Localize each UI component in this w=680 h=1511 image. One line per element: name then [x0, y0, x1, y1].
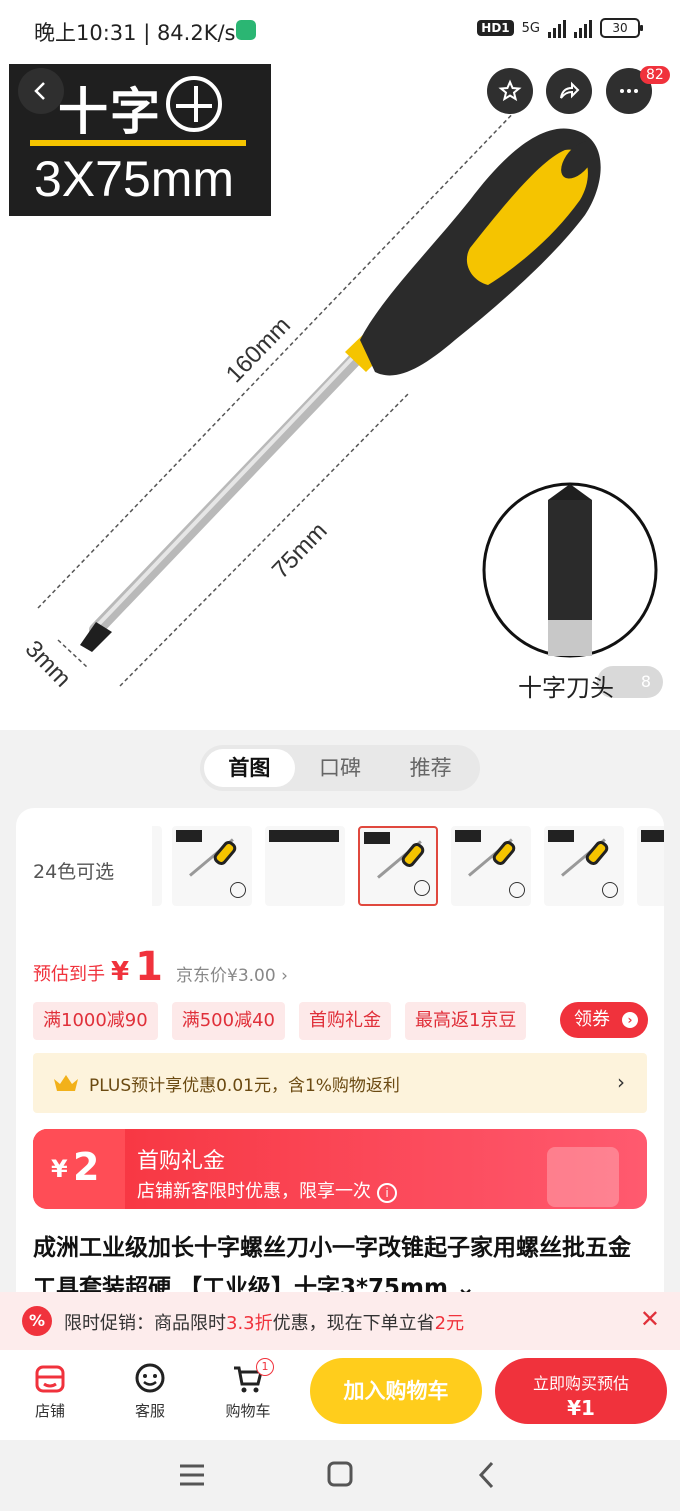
currency-symbol: ¥ [111, 957, 130, 987]
more-dots-icon [620, 89, 638, 93]
variant-thumb[interactable] [544, 826, 624, 906]
chat-smile-icon [135, 1363, 165, 1393]
variant-thumbnails[interactable] [152, 826, 664, 910]
cart-button[interactable]: 1 购物车 [218, 1358, 278, 1421]
customer-service-button[interactable]: 客服 [120, 1362, 180, 1421]
tab-recommend[interactable]: 推荐 [385, 749, 476, 787]
crown-icon [54, 1075, 78, 1091]
battery-icon: 30 [600, 18, 643, 38]
plus-benefit-text: PLUS预计享优惠0.01元，含1%购物返利 [89, 1076, 400, 1096]
favorite-button[interactable] [487, 68, 533, 114]
buy-now-price: ¥1 [567, 1396, 595, 1420]
info-icon[interactable]: i [377, 1183, 397, 1203]
estimated-price-label: 预估到手 [33, 964, 105, 985]
system-nav-bar [0, 1440, 680, 1511]
tab-reviews[interactable]: 口碑 [295, 749, 386, 787]
gift-amount-box: ¥ 2 [33, 1129, 125, 1209]
chevron-right-icon: › [617, 1070, 625, 1094]
share-button[interactable] [546, 68, 592, 114]
variant-count[interactable]: 24色可选 [33, 857, 114, 884]
plus-benefit-row[interactable]: PLUS预计享优惠0.01元，含1%购物返利 › [33, 1053, 647, 1113]
phillips-icon [166, 76, 222, 132]
service-label: 客服 [134, 1402, 165, 1420]
hd-icon: HD1 [477, 20, 514, 36]
promo-message: 限时促销：商品限时3.3折优惠，现在下单立省2元 [64, 1313, 465, 1334]
home-square-icon[interactable] [320, 1458, 360, 1492]
buy-now-label: 立即购买预估 [532, 1374, 629, 1393]
coupon-tag[interactable]: 首购礼金 [298, 1002, 391, 1040]
variant-thumb[interactable] [451, 826, 531, 906]
gift-box-icon [547, 1147, 619, 1207]
spec-type-label: 十字 [58, 83, 162, 141]
tab-main-image[interactable]: 首图 [204, 749, 295, 787]
gift-subtitle: 店铺新客限时优惠，限享一次 [137, 1181, 371, 1202]
variant-thumb[interactable] [152, 826, 162, 906]
variant-thumb[interactable] [172, 826, 252, 906]
back-arrow-icon[interactable] [468, 1458, 508, 1492]
shop-label: 店铺 [34, 1402, 65, 1420]
first-purchase-gift-banner[interactable]: ¥ 2 首购礼金 店铺新客限时优惠，限享一次 i [33, 1129, 647, 1209]
dim-tip-label: 3mm [20, 635, 76, 692]
menu-icon[interactable] [172, 1458, 212, 1492]
estimated-price: 预估到手 ¥ 1 [33, 944, 163, 990]
network-type: 5G [521, 20, 540, 36]
coupon-tag[interactable]: 最高返1京豆 [404, 1002, 527, 1040]
signal-icon [548, 18, 566, 38]
spec-size-label: 3X75mm [34, 151, 235, 207]
add-to-cart-button[interactable]: 加入购物车 [310, 1358, 482, 1424]
variant-thumb[interactable] [637, 826, 664, 906]
notification-badge: 82 [640, 66, 670, 84]
buy-now-button[interactable]: 立即购买预估 ¥1 [495, 1358, 667, 1424]
close-icon[interactable]: ✕ [640, 1305, 660, 1333]
signal-icon-2 [574, 18, 592, 38]
back-button[interactable] [18, 68, 64, 114]
gift-currency: ¥ [51, 1155, 68, 1183]
get-coupon-label: 领券 [574, 1009, 610, 1030]
coupon-tag[interactable]: 满1000减90 [33, 1002, 158, 1040]
chevron-right-icon: › [622, 1012, 638, 1028]
bottom-action-bar: 店铺 客服 1 购物车 加入购物车 立即购买预估 ¥1 [0, 1350, 680, 1440]
variant-thumb-selected[interactable] [358, 826, 438, 906]
shop-button[interactable]: 店铺 [20, 1362, 80, 1421]
shop-icon [35, 1365, 65, 1393]
gift-title: 首购礼金 [137, 1149, 226, 1174]
dim-shaft-label: 75mm [267, 517, 333, 584]
status-bar: 晚上10:31 | 84.2K/s HD1 5G 30 [0, 0, 680, 62]
coupon-list: 满1000减90 满500减40 首购礼金 最高返1京豆 [33, 1002, 527, 1040]
estimated-price-value: 1 [135, 944, 163, 990]
limited-promo-bar: % 限时促销：商品限时3.3折优惠，现在下单立省2元 ✕ [0, 1292, 680, 1350]
variant-thumb[interactable] [265, 826, 345, 906]
status-time: 晚上10:31 | 84.2K/s [34, 21, 236, 45]
chevron-left-icon [34, 82, 45, 100]
jd-price-link[interactable]: 京东价¥3.00 › [176, 961, 288, 986]
percent-icon: % [22, 1306, 52, 1336]
app-notification-icon [236, 20, 256, 40]
image-page-counter: 8 [597, 666, 663, 698]
content-tabs: 首图 口碑 推荐 [200, 745, 480, 791]
spec-divider [30, 140, 246, 146]
star-icon [498, 79, 522, 102]
coupon-tag[interactable]: 满500减40 [171, 1002, 285, 1040]
cart-count-badge: 1 [256, 1358, 274, 1376]
dim-total-label: 160mm [221, 312, 296, 388]
get-coupon-button[interactable]: 领券 › [560, 1002, 648, 1038]
gift-amount: 2 [73, 1145, 100, 1189]
share-icon [560, 81, 580, 99]
gift-subtitle-row: 店铺新客限时优惠，限享一次 i [137, 1177, 397, 1203]
cart-label: 购物车 [225, 1402, 271, 1420]
